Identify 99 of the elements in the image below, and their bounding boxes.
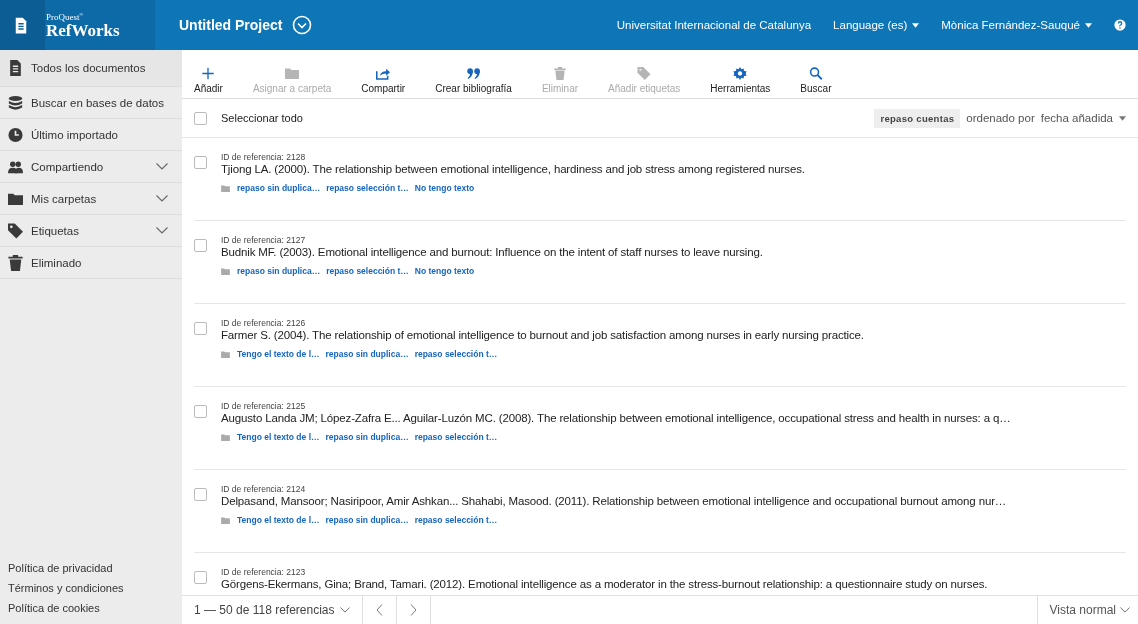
reference-id: ID de referencia: 2126 [221, 318, 306, 328]
folder-link[interactable]: repaso selección t… [326, 183, 409, 193]
reference-id: ID de referencia: 2127 [221, 235, 306, 245]
reference-id: ID de referencia: 2124 [221, 484, 306, 494]
chevron-icon [339, 607, 350, 613]
sidebar-label: Eliminado [31, 256, 83, 269]
checkbox[interactable] [194, 488, 207, 501]
footer-link[interactable]: Política de cookies [8, 602, 182, 614]
repaso-badge[interactable]: repaso cuentas [874, 108, 961, 128]
sidebar-item[interactable]: Último importado [0, 119, 182, 151]
folder-link[interactable]: Tengo el texto de l… [237, 349, 320, 359]
folder-link[interactable]: repaso selección t… [414, 515, 498, 525]
folder-link[interactable]: repaso sin duplica… [325, 349, 409, 359]
citation[interactable]: Delpasand, Mansoor; Nasiripoor, Amir Ashkan... Shahabi, Masood. (2011). Relationship between emotional intelligence and occupational burnout among nur… [221, 495, 1007, 507]
trash-icon [553, 67, 567, 80]
toolbar-button[interactable]: Herramientas [710, 67, 771, 94]
citation[interactable]: Tjiong LA. (2000). The relationship between emotional intelligence, hardiness and job stress among registered nurses. [221, 163, 805, 175]
chevron-icon[interactable] [156, 195, 168, 202]
chevron-icon [1120, 607, 1130, 613]
checkbox[interactable] [194, 111, 207, 125]
document-icon [14, 16, 28, 34]
toolbar-button[interactable]: Añadir [194, 67, 223, 94]
sidebar-label: Buscar en bases de datos [31, 96, 165, 109]
checkbox[interactable] [194, 156, 207, 169]
folder-link[interactable]: repaso sin duplica… [237, 183, 321, 193]
sort-dropdown[interactable]: fecha añadida [1040, 112, 1126, 124]
chevron-right-icon [409, 604, 417, 616]
toolbar-button[interactable]: Buscar [800, 67, 832, 94]
help-icon[interactable] [1114, 19, 1126, 31]
sidebar-label: Todos los documentos [31, 62, 147, 74]
sidebar-item[interactable]: Eliminado [0, 247, 182, 279]
folder-icon [221, 433, 230, 441]
sidebar-label: Último importado [31, 128, 119, 141]
folder-link[interactable]: Tengo el texto de l… [237, 515, 320, 525]
checkbox[interactable] [194, 322, 207, 335]
tag-icon [637, 67, 652, 80]
quote-icon [466, 67, 481, 80]
folder-link[interactable]: No tengo texto [414, 266, 475, 276]
sidebar-label: Etiquetas [31, 224, 80, 237]
view-dropdown[interactable]: Vista normal [1036, 596, 1138, 624]
dropdown-icon[interactable] [292, 15, 313, 35]
brand-subtitle: ProQuest$^{®}$ [46, 11, 85, 22]
caret-icon [912, 22, 920, 28]
chevron-left-icon [375, 604, 383, 616]
citation[interactable]: Budnik MF. (2003). Emotional intelligence and burnout: Influence on the intent of staff nurses to leave nursing. [221, 246, 763, 258]
folder-icon [221, 267, 230, 275]
reference-id: ID de referencia: 2125 [221, 401, 306, 411]
project-title: Untitled Project [179, 17, 283, 33]
page-range-dropdown[interactable]: 1 — 50 de 118 referencias [182, 596, 363, 624]
sort-label: ordenado por [966, 112, 1035, 124]
folder-link[interactable]: repaso selección t… [414, 349, 498, 359]
folder-icon [221, 184, 230, 192]
citation[interactable]: Augusto Landa JM; López-Zafra E... Aguilar-Luzón MC. (2008). The relationship between emotional intelligence, occupational stress and health in nurses: a q… [221, 412, 1011, 424]
folder-link[interactable]: No tengo texto [414, 183, 475, 193]
folder-icon [221, 350, 230, 358]
chevron-icon[interactable] [156, 227, 168, 234]
trash-icon [8, 254, 23, 271]
language-menu[interactable]: Language (es) [833, 19, 920, 31]
clock-icon [8, 126, 23, 143]
search-icon [808, 67, 823, 80]
institution-name[interactable]: Universitat Internacional de Catalunya [616, 19, 812, 31]
folder-link[interactable]: repaso selección t… [414, 432, 498, 442]
citation[interactable]: Farmer S. (2004). The relationship of emotional intelligence to burnout and job satisfaction among nurses in early nursing practice. [221, 329, 864, 341]
sidebar-item[interactable]: Buscar en bases de datos [0, 87, 182, 119]
toolbar-button[interactable]: Crear bibliografía [435, 67, 512, 94]
folder-link[interactable]: Tengo el texto de l… [237, 432, 320, 442]
chevron-icon[interactable] [156, 163, 168, 170]
footer-link[interactable]: Política de privacidad [8, 562, 182, 574]
settings-icon [733, 67, 748, 80]
share-icon [376, 67, 391, 80]
folder-link[interactable]: repaso selección t… [326, 266, 409, 276]
toolbar-button[interactable]: Compartir [361, 67, 406, 94]
checkbox[interactable] [194, 239, 207, 252]
sidebar-item[interactable]: Etiquetas [0, 215, 182, 247]
user-menu[interactable]: Mònica Fernández-Sauqué [941, 19, 1092, 31]
folder-link[interactable]: repaso sin duplica… [237, 266, 321, 276]
folder-icon [221, 516, 230, 524]
folder-icon [285, 67, 300, 80]
folder-link[interactable]: repaso sin duplica… [325, 432, 409, 442]
sidebar-item[interactable]: Mis carpetas [0, 183, 182, 215]
reference-id: ID de referencia: 2128 [221, 152, 306, 162]
footer-link[interactable]: Términos y condiciones [8, 582, 182, 594]
sidebar-label: Compartiendo [31, 160, 105, 173]
sidebar-item[interactable]: Todos los documentos [0, 50, 182, 87]
sidebar-label: Mis carpetas [31, 192, 98, 205]
caret-icon [1085, 22, 1092, 28]
sidebar-item[interactable]: Compartiendo [0, 151, 182, 183]
document-icon [8, 60, 23, 76]
brand-name: RefWorks [46, 21, 120, 39]
checkbox[interactable] [194, 405, 207, 418]
database-icon [8, 94, 23, 111]
folder-link[interactable]: repaso sin duplica… [325, 515, 409, 525]
select-all-label: Seleccionar todo [221, 112, 303, 124]
tag-icon [8, 222, 23, 239]
caret-icon [1119, 115, 1126, 121]
citation[interactable]: Görgens-Ekermans, Gina; Brand, Tamari. (2012). Emotional intelligence as a moderator in the stress-burnout relationship: a questionnaire study on nurses. [221, 578, 988, 590]
plus-icon [201, 67, 216, 80]
reference-id: ID de referencia: 2123 [221, 567, 306, 577]
checkbox[interactable] [194, 571, 207, 584]
